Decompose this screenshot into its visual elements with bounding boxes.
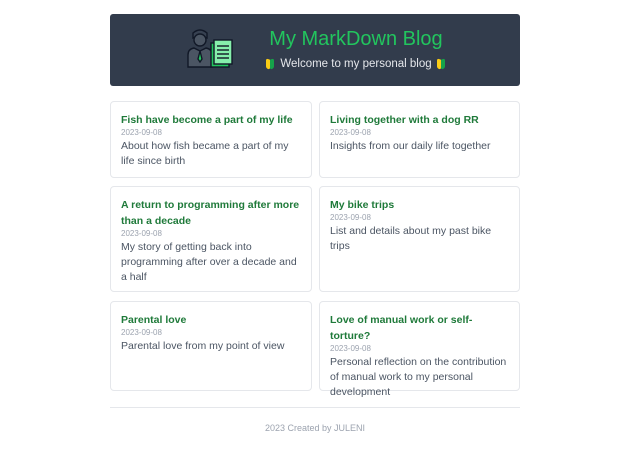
beginner-mark-icon — [266, 59, 275, 70]
post-title[interactable]: Love of manual work or self-torture? — [330, 312, 509, 344]
footer-divider — [110, 407, 520, 408]
post-description: List and details about my past bike trip… — [330, 225, 492, 252]
beginner-mark-icon — [437, 59, 446, 70]
post-date: 2023-09-08 — [121, 328, 162, 337]
post-date: 2023-09-08 — [330, 344, 371, 353]
post-title[interactable]: Fish have become a part of my life — [121, 112, 301, 128]
post-description: About how fish became a part of my life … — [121, 140, 289, 167]
post-card[interactable]: Living together with a dog RR 2023-09-08… — [319, 101, 520, 178]
post-description: Insights from our daily life together — [330, 140, 491, 152]
post-description: My story of getting back into programmin… — [121, 241, 297, 283]
blog-subtitle: Welcome to my personal blog — [280, 58, 432, 70]
header-text: My MarkDown Blog Welcome to my personal … — [256, 26, 456, 71]
post-date: 2023-09-08 — [121, 229, 162, 238]
post-card[interactable]: A return to programming after more than … — [110, 186, 312, 292]
post-card[interactable]: Parental love 2023-09-08 Parental love f… — [110, 301, 312, 391]
blog-subtitle-row: Welcome to my personal blog — [256, 57, 456, 71]
post-title[interactable]: A return to programming after more than … — [121, 197, 301, 229]
post-card[interactable]: Love of manual work or self-torture? 202… — [319, 301, 520, 398]
post-title[interactable]: My bike trips — [330, 197, 509, 213]
footer-text: 2023 Created by JULENI — [264, 423, 366, 433]
post-title[interactable]: Parental love — [121, 312, 301, 328]
post-title[interactable]: Living together with a dog RR — [330, 112, 509, 128]
post-description: Parental love from my point of view — [121, 340, 285, 352]
blogger-avatar-icon — [187, 29, 233, 68]
post-date: 2023-09-08 — [330, 213, 371, 222]
blog-header: My MarkDown Blog Welcome to my personal … — [110, 14, 520, 86]
post-card[interactable]: My bike trips 2023-09-08 List and detail… — [319, 186, 520, 292]
blog-title: My MarkDown Blog — [269, 28, 443, 50]
post-date: 2023-09-08 — [330, 128, 371, 137]
post-description: Personal reflection on the contribution … — [330, 356, 507, 398]
post-card[interactable]: Fish have become a part of my life 2023-… — [110, 101, 312, 178]
post-date: 2023-09-08 — [121, 128, 162, 137]
